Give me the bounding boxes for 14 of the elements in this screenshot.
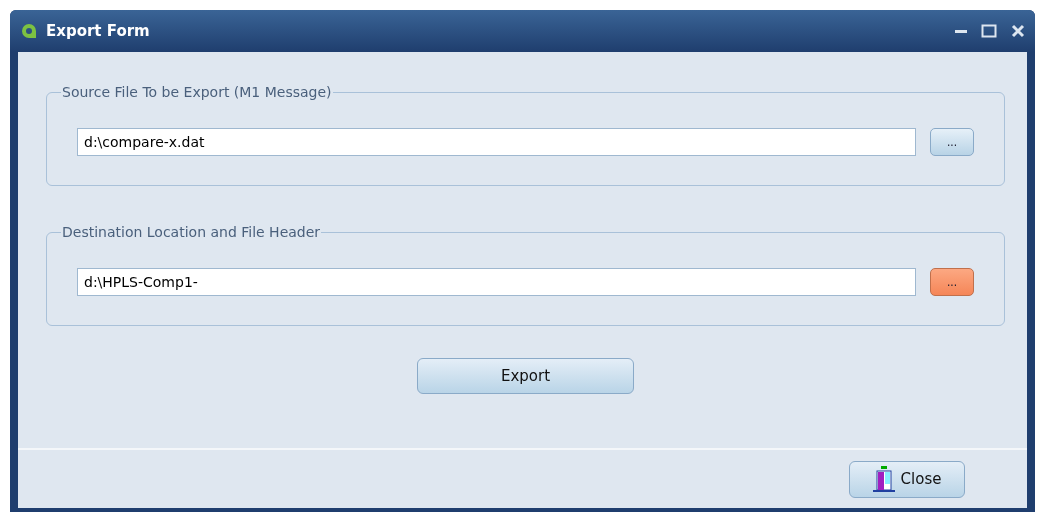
close-icon[interactable]	[1011, 24, 1025, 38]
minimize-icon[interactable]	[955, 29, 967, 33]
app-logo-icon	[20, 22, 38, 40]
browse-button[interactable]: ...	[930, 267, 974, 296]
maximize-icon[interactable]	[981, 24, 997, 38]
group-title: Source File To be Export (M1 Message)	[61, 84, 333, 100]
group-title: Destination Location and File Header	[61, 224, 322, 240]
window-title: Export Form	[46, 22, 151, 40]
close-button[interactable]: Close	[849, 460, 965, 498]
path-field[interactable]: d:\HPLS-Comp1-	[77, 267, 916, 296]
browse-button[interactable]: ...	[930, 127, 974, 156]
export-button[interactable]: Export	[417, 358, 634, 394]
door-exit-icon	[872, 466, 895, 492]
path-field[interactable]: d:\compare-x.dat	[77, 127, 916, 156]
